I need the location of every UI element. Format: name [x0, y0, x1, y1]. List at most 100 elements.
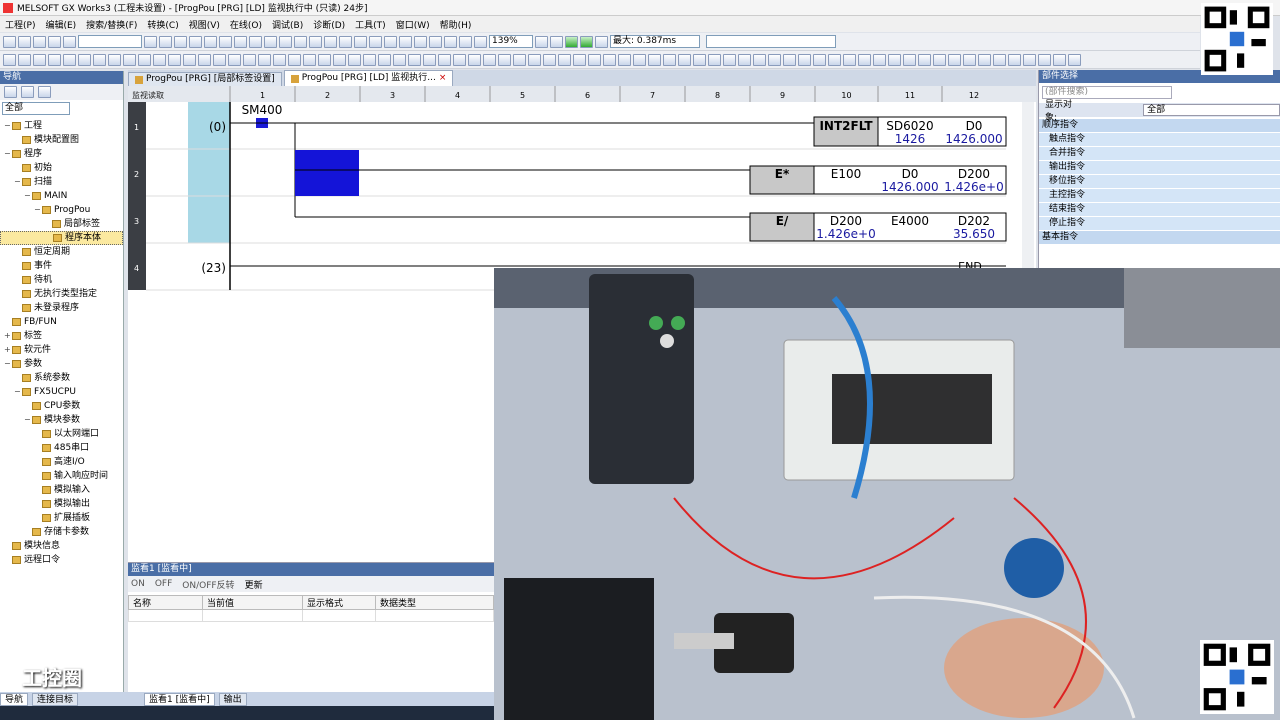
tree-item[interactable]: 485串口: [0, 441, 123, 455]
column-header[interactable]: 3: [390, 91, 395, 100]
tool-icon[interactable]: [243, 53, 256, 66]
tree-item[interactable]: 程序本体: [0, 231, 123, 245]
tool-icon[interactable]: [528, 53, 541, 66]
vertical-scrollbar[interactable]: [1022, 102, 1034, 292]
tree-item[interactable]: − MAIN: [0, 189, 123, 203]
tool-icon[interactable]: [258, 53, 271, 66]
tool-icon[interactable]: [153, 53, 166, 66]
menu-item[interactable]: 窗口(W): [391, 18, 435, 31]
tool-icon[interactable]: [393, 53, 406, 66]
tool-icon[interactable]: [303, 53, 316, 66]
column-header[interactable]: 9: [780, 91, 785, 100]
tool-icon[interactable]: [288, 53, 301, 66]
tool-icon[interactable]: [438, 53, 451, 66]
tool-icon[interactable]: [903, 53, 916, 66]
parts-item[interactable]: 停止指令: [1039, 217, 1280, 231]
watch-update-button[interactable]: 更新: [245, 578, 263, 591]
tool-icon[interactable]: [693, 53, 706, 66]
tool-icon[interactable]: [678, 53, 691, 66]
tool-icon[interactable]: [408, 53, 421, 66]
tool-icon[interactable]: [813, 53, 826, 66]
run-icon[interactable]: [550, 35, 563, 48]
nav-filter-icon[interactable]: [4, 86, 17, 98]
tool-icon[interactable]: [513, 53, 526, 66]
tool-icon[interactable]: [618, 53, 631, 66]
project-combo[interactable]: [78, 35, 142, 48]
tool-icon[interactable]: [318, 53, 331, 66]
tool-icon[interactable]: [18, 53, 31, 66]
menu-item[interactable]: 工程(P): [0, 18, 40, 31]
close-icon[interactable]: ×: [439, 72, 447, 85]
cursor-block[interactable]: [295, 150, 359, 196]
write-plc-icon[interactable]: [234, 35, 247, 48]
menu-item[interactable]: 在线(O): [225, 18, 267, 31]
tool-icon[interactable]: [963, 53, 976, 66]
tool-icon[interactable]: [558, 53, 571, 66]
tree-item[interactable]: CPU参数: [0, 399, 123, 413]
device-comment-icon[interactable]: [399, 35, 412, 48]
tree-item[interactable]: 初始: [0, 161, 123, 175]
tab-editor[interactable]: ProgPou [PRG] [LD] 监视执行... ×: [283, 70, 454, 86]
watch-col-format[interactable]: 显示格式: [302, 595, 376, 610]
column-header[interactable]: 4: [455, 91, 460, 100]
tree-item[interactable]: 模块配置图: [0, 133, 123, 147]
statement-icon[interactable]: [414, 35, 427, 48]
tool-icon[interactable]: [123, 53, 136, 66]
expand-icon[interactable]: −: [24, 189, 31, 203]
menu-item[interactable]: 调试(B): [267, 18, 308, 31]
tool-icon[interactable]: [3, 53, 16, 66]
expand-icon[interactable]: −: [4, 357, 11, 371]
tool-icon[interactable]: [738, 53, 751, 66]
tree-item[interactable]: 模块信息: [0, 539, 123, 553]
tree-item[interactable]: − 模块参数: [0, 413, 123, 427]
column-header[interactable]: 10: [841, 91, 851, 100]
ladder-coil-icon[interactable]: [339, 35, 352, 48]
tool-icon[interactable]: [498, 53, 511, 66]
undo-icon[interactable]: [189, 35, 202, 48]
tool-icon[interactable]: [723, 53, 736, 66]
tree-item[interactable]: FB/FUN: [0, 315, 123, 329]
cut-icon[interactable]: [144, 35, 157, 48]
monitor-stop-icon[interactable]: [279, 35, 292, 48]
expand-icon[interactable]: +: [4, 343, 11, 357]
tool-icon[interactable]: [993, 53, 1006, 66]
tool-icon[interactable]: [858, 53, 871, 66]
find-icon[interactable]: [219, 35, 232, 48]
tool-icon[interactable]: [33, 53, 46, 66]
tree-item[interactable]: 事件: [0, 259, 123, 273]
plc-monitor-icon[interactable]: [580, 35, 593, 48]
tree-item[interactable]: 扩展插板: [0, 511, 123, 525]
tool-icon[interactable]: [708, 53, 721, 66]
tab-navigation[interactable]: 导航: [0, 692, 29, 706]
expand-icon[interactable]: −: [14, 385, 21, 399]
parts-item[interactable]: 主控指令: [1039, 189, 1280, 203]
parts-item[interactable]: 移位指令: [1039, 175, 1280, 189]
tool-icon[interactable]: [453, 53, 466, 66]
column-header[interactable]: 7: [650, 91, 655, 100]
tree-item[interactable]: 系统参数: [0, 371, 123, 385]
tree-item[interactable]: 以太网端口: [0, 427, 123, 441]
tool-icon[interactable]: [633, 53, 646, 66]
tool-icon[interactable]: [573, 53, 586, 66]
tool-icon[interactable]: [648, 53, 661, 66]
parts-item[interactable]: 结束指令: [1039, 203, 1280, 217]
menu-item[interactable]: 视图(V): [184, 18, 225, 31]
tree-item[interactable]: − 扫描: [0, 175, 123, 189]
ladder-contact-icon[interactable]: [324, 35, 337, 48]
tool-icon[interactable]: [948, 53, 961, 66]
tool-icon[interactable]: [828, 53, 841, 66]
tool-icon[interactable]: [843, 53, 856, 66]
expand-icon[interactable]: −: [24, 413, 31, 427]
tool-icon[interactable]: [183, 53, 196, 66]
tool-icon[interactable]: [918, 53, 931, 66]
read-plc-icon[interactable]: [249, 35, 262, 48]
tool-icon[interactable]: [363, 53, 376, 66]
ladder-line-icon[interactable]: [369, 35, 382, 48]
parts-item[interactable]: 输出指令: [1039, 161, 1280, 175]
tool-icon[interactable]: [873, 53, 886, 66]
expand-icon[interactable]: −: [14, 175, 21, 189]
column-header[interactable]: 12: [969, 91, 979, 100]
tool-icon[interactable]: [888, 53, 901, 66]
paste-icon[interactable]: [174, 35, 187, 48]
tree-item[interactable]: 无执行类型指定: [0, 287, 123, 301]
